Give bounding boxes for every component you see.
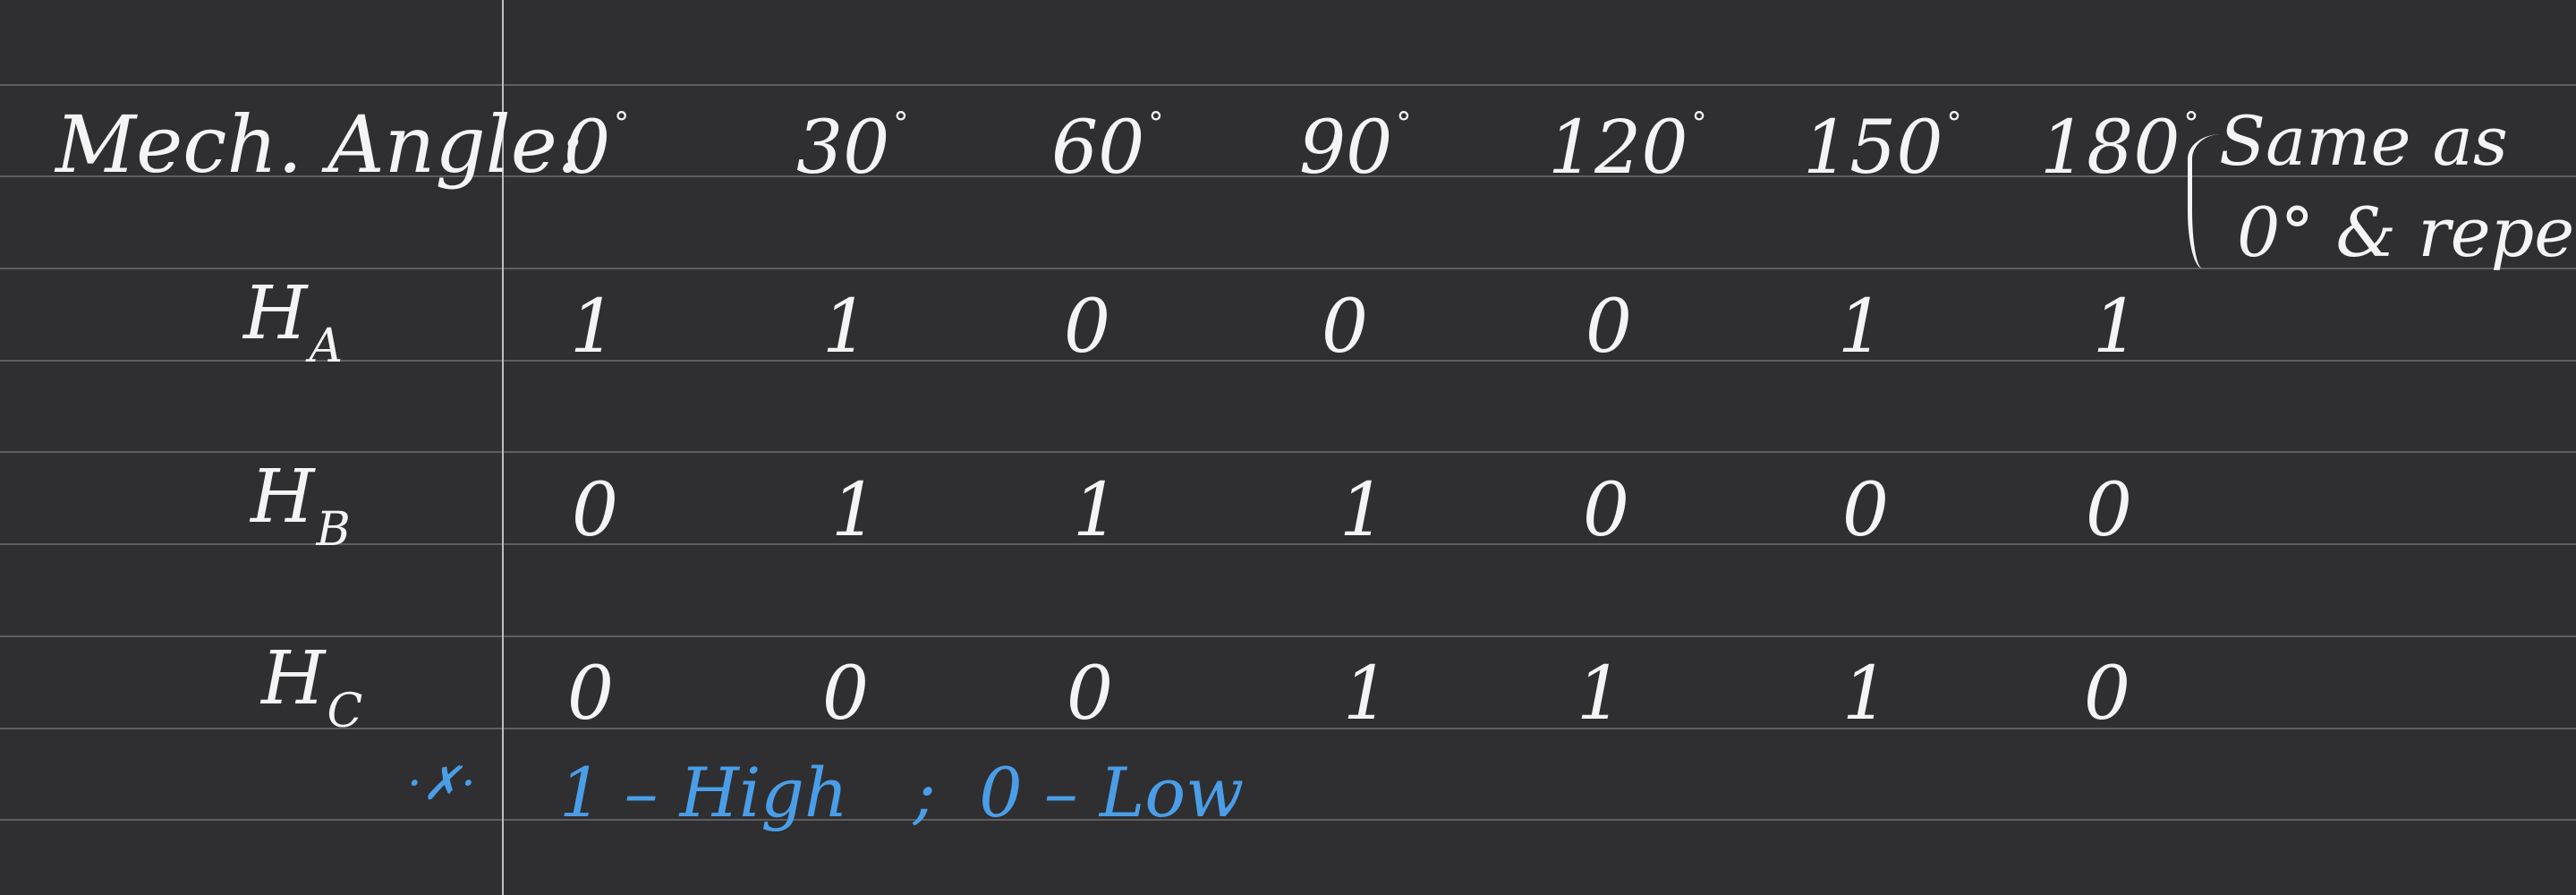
angle-header: 120 ° xyxy=(1548,108,1707,185)
cell-value: 1 xyxy=(1072,468,1120,553)
row-label-hc: HC xyxy=(261,643,362,736)
header-label: Mech. Angle: xyxy=(55,98,584,191)
cell-value: 0 xyxy=(566,652,615,737)
cell-value: 1 xyxy=(1576,652,1624,737)
row-label-subscript: A xyxy=(309,320,344,373)
angle-value: 180 xyxy=(2040,106,2181,191)
cell-value: 1 xyxy=(1342,652,1390,737)
cell-value: 0 xyxy=(821,652,870,737)
ruled-line xyxy=(0,543,2576,545)
angle-value: 60 xyxy=(1051,106,1145,191)
row-label-hb: HB xyxy=(251,461,351,554)
angle-value: 0 xyxy=(564,106,611,191)
legend-text: 1 – High ; 0 – Low xyxy=(559,753,1245,832)
legend-marker: ·✗· xyxy=(407,757,476,811)
cell-value: 1 xyxy=(1837,285,1885,370)
notebook-page: Mech. Angle: 0 ° 30 ° 60 ° 90 ° 120 ° 150 ° 18… xyxy=(0,0,2576,895)
cell-value: 1 xyxy=(830,468,879,553)
ruled-line xyxy=(0,360,2576,362)
side-note-line1: Same as xyxy=(2219,101,2508,181)
degree-symbol: ° xyxy=(2183,106,2199,141)
row-label-letter: H xyxy=(261,636,326,721)
cell-value: 0 xyxy=(1582,468,1630,553)
row-label-ha: HA xyxy=(243,277,343,371)
cell-value: 0 xyxy=(1585,285,1633,370)
ruled-line xyxy=(0,84,2576,86)
angle-header: 90 ° xyxy=(1299,108,1411,185)
angle-header: 30 ° xyxy=(796,108,908,185)
degree-symbol: ° xyxy=(893,106,909,141)
cell-value: 0 xyxy=(2083,652,2131,737)
cell-value: 0 xyxy=(1066,652,1114,737)
angle-value: 90 xyxy=(1299,106,1393,191)
ruled-line xyxy=(0,635,2576,637)
degree-symbol: ° xyxy=(1691,106,1707,141)
cell-value: 1 xyxy=(1339,468,1387,553)
degree-symbol: ° xyxy=(1946,106,1962,141)
side-note-line2: 0° & repeats xyxy=(2237,192,2576,272)
side-note-bracket xyxy=(2188,134,2221,268)
cell-value: 1 xyxy=(569,285,617,370)
angle-header: 60 ° xyxy=(1051,108,1163,185)
row-label-subscript: B xyxy=(316,503,351,557)
cell-value: 1 xyxy=(821,285,870,370)
cell-value: 1 xyxy=(1841,652,1890,737)
ruled-line xyxy=(0,268,2576,269)
angle-value: 150 xyxy=(1803,106,1943,191)
angle-value: 120 xyxy=(1548,106,1688,191)
angle-header: 150 ° xyxy=(1803,108,1962,185)
ruled-line xyxy=(0,819,2576,821)
degree-symbol: ° xyxy=(1148,106,1164,141)
row-label-subscript: C xyxy=(327,685,363,738)
cell-value: 0 xyxy=(1321,285,1369,370)
row-label-letter: H xyxy=(251,455,315,540)
angle-value: 30 xyxy=(796,106,890,191)
angle-header: 0 ° xyxy=(564,108,629,185)
angle-header: 180 ° xyxy=(2040,108,2199,185)
cell-value: 0 xyxy=(571,468,619,553)
ruled-line xyxy=(0,728,2576,729)
degree-symbol: ° xyxy=(614,106,630,141)
cell-value: 0 xyxy=(2085,468,2133,553)
degree-symbol: ° xyxy=(1396,106,1412,141)
ruled-line xyxy=(0,451,2576,453)
cell-value: 1 xyxy=(2092,285,2140,370)
row-label-letter: H xyxy=(243,271,308,356)
cell-value: 0 xyxy=(1841,468,1890,553)
cell-value: 0 xyxy=(1063,285,1111,370)
